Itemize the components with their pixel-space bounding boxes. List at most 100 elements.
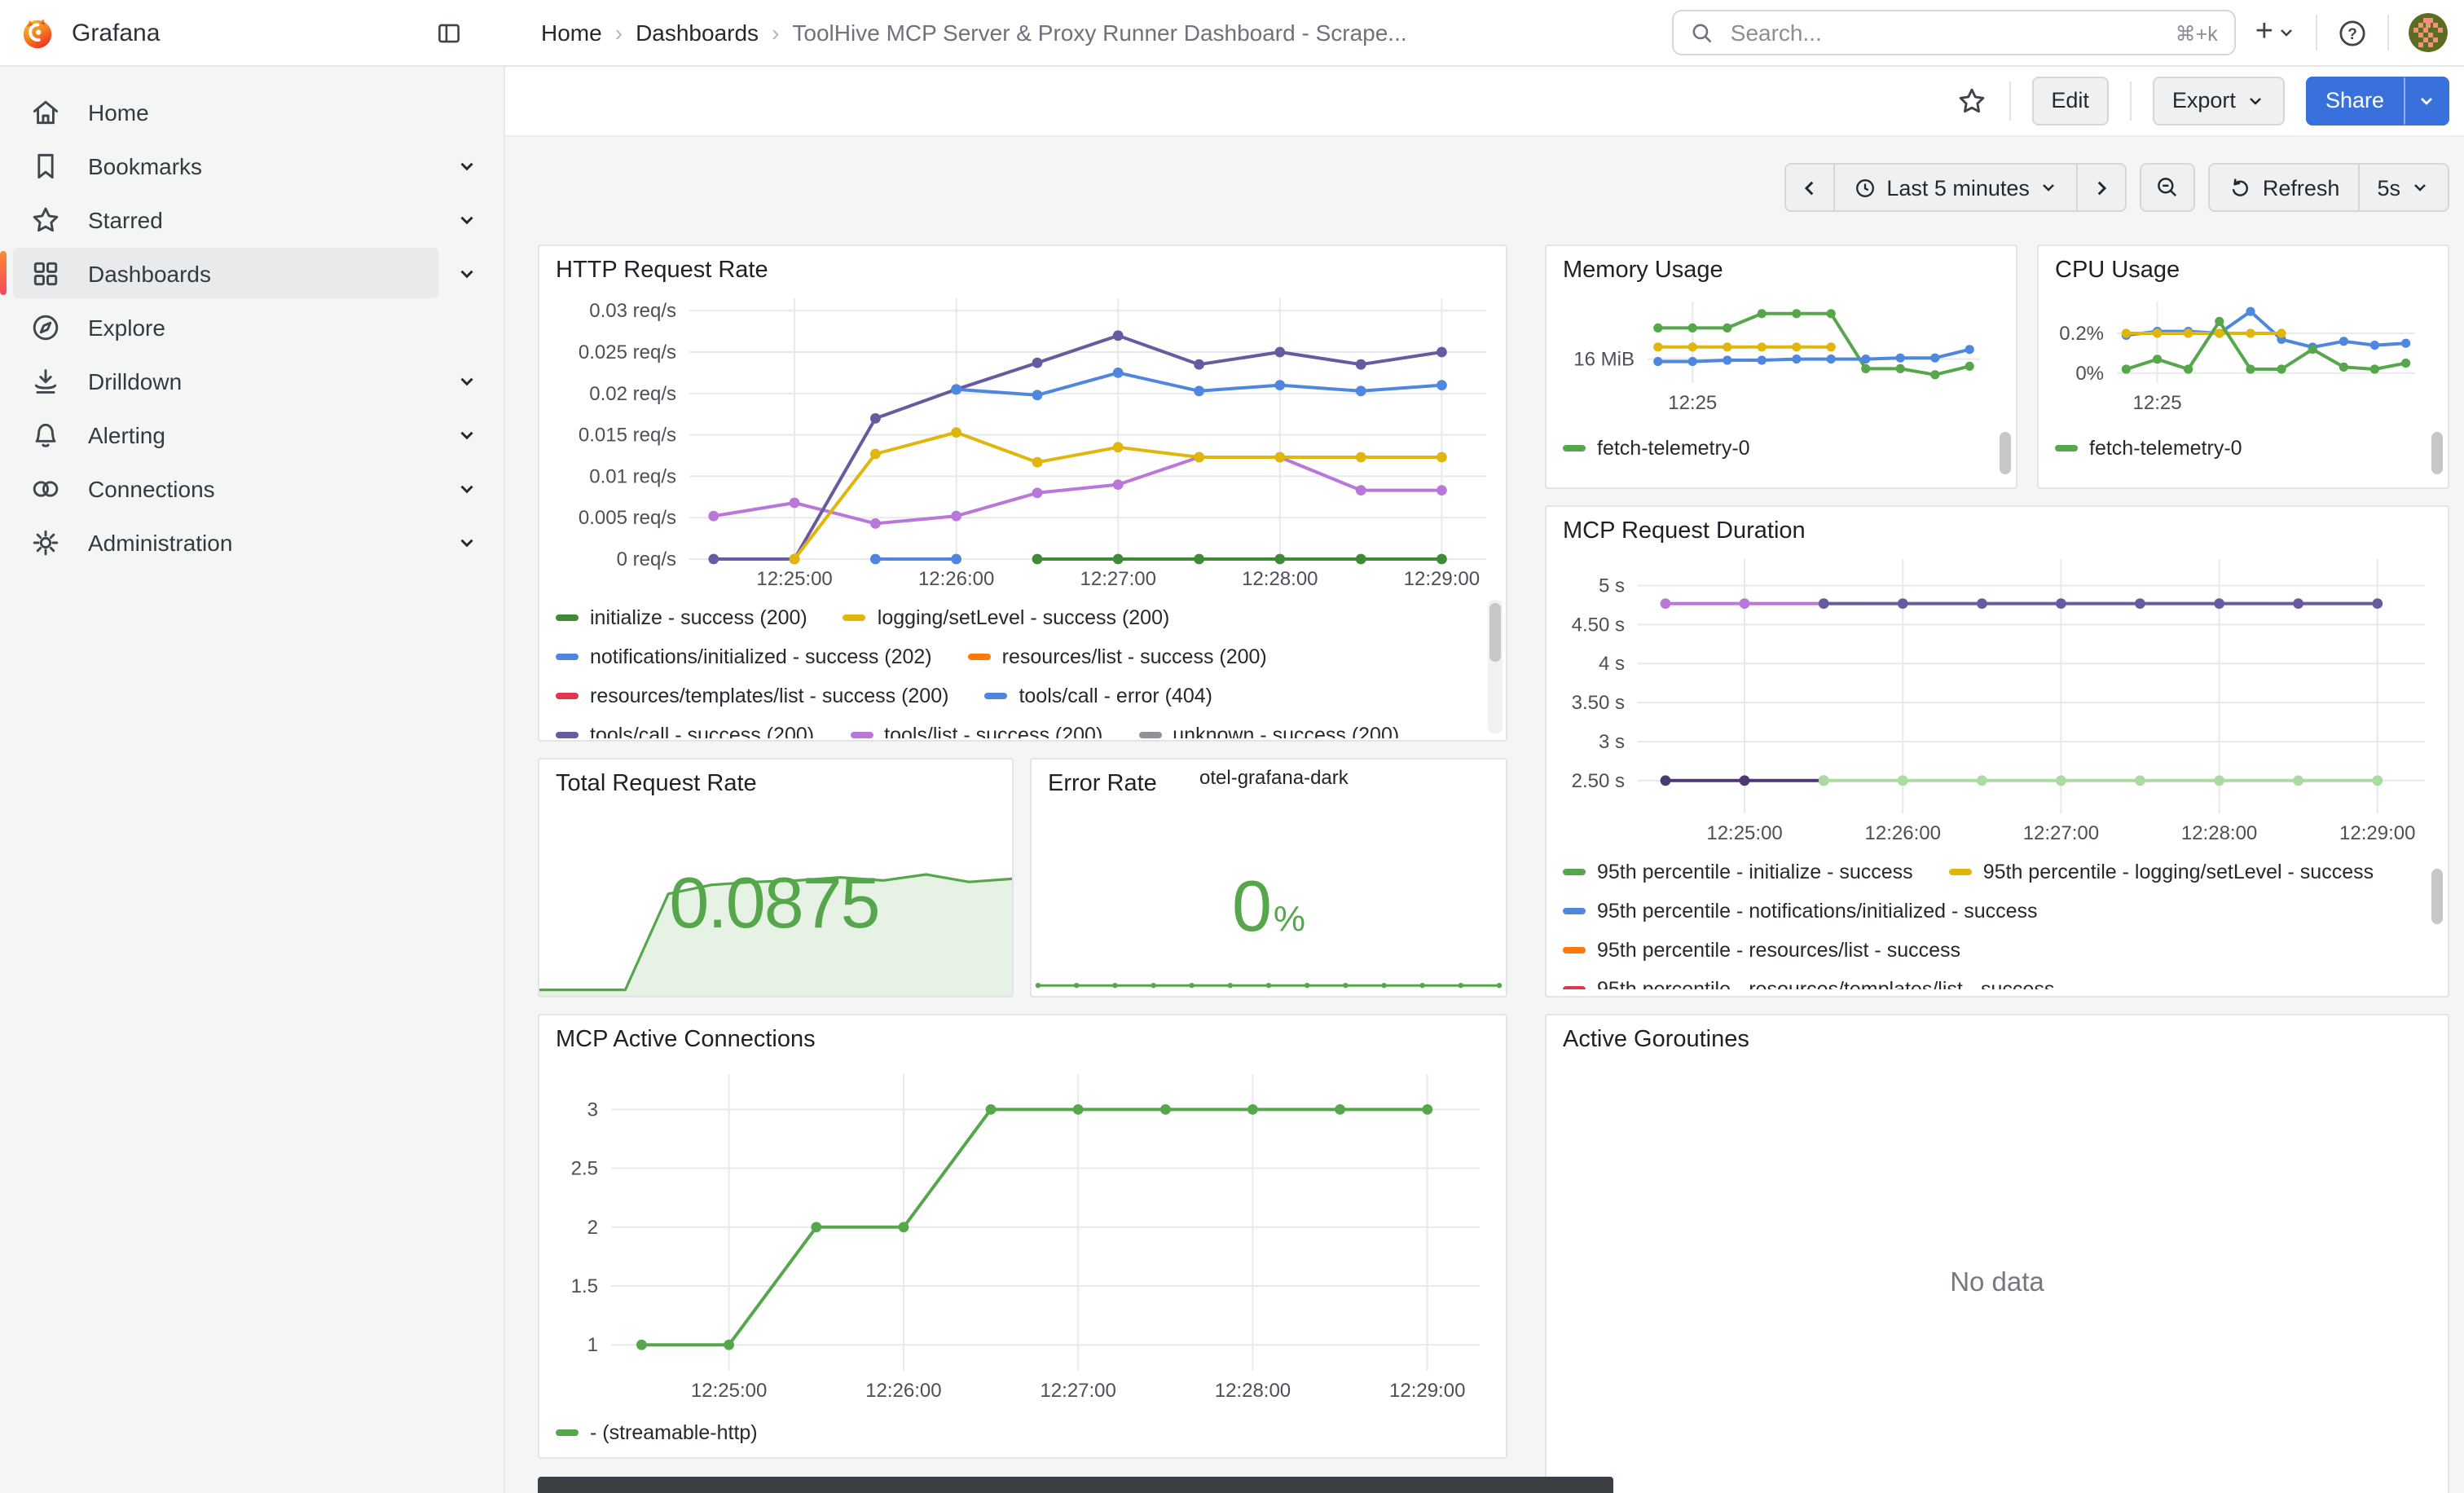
- sidebar-item-administration[interactable]: Administration: [0, 515, 504, 569]
- sidebar-item-home[interactable]: Home: [0, 85, 504, 139]
- legend-scrollbar[interactable]: [2000, 432, 2011, 474]
- legend-item[interactable]: fetch-telemetry-0: [2055, 437, 2242, 460]
- legend-item[interactable]: 95th percentile - resources/list - succe…: [1563, 939, 1960, 962]
- sidebar-item-expand[interactable]: [456, 262, 477, 284]
- panel-title[interactable]: Total Request Rate: [539, 760, 1012, 802]
- legend-marker-icon: [556, 1429, 579, 1437]
- grafana-logo-icon[interactable]: [20, 15, 55, 51]
- panel-memory-usage: Memory Usage 16 MiB12:25 fetch-telemetry…: [1545, 244, 2017, 489]
- sidebar-item-drilldown[interactable]: Drilldown: [0, 354, 504, 407]
- breadcrumb-item[interactable]: Dashboards: [636, 20, 759, 46]
- legend-item[interactable]: tools/list - success (200): [850, 724, 1102, 738]
- total-request-rate-value: 0.0875: [539, 864, 1012, 945]
- legend-item[interactable]: unknown - success (200): [1138, 724, 1399, 738]
- legend-scrollbar[interactable]: [2431, 869, 2443, 924]
- sidebar-item-expand[interactable]: [456, 424, 477, 445]
- sidebar-item-expand[interactable]: [456, 531, 477, 553]
- svg-text:0.2%: 0.2%: [2059, 323, 2104, 345]
- legend-item[interactable]: logging/setLevel - success (200): [843, 606, 1170, 629]
- legend-marker-icon: [556, 654, 579, 661]
- favorite-star-icon[interactable]: [1955, 84, 1987, 117]
- sidebar-item-explore[interactable]: Explore: [0, 300, 504, 354]
- legend-item[interactable]: tools/call - error (404): [984, 685, 1212, 707]
- panel-title[interactable]: MCP Active Connections: [539, 1015, 1506, 1058]
- legend-label: 95th percentile - initialize - success: [1597, 861, 1913, 883]
- legend-item[interactable]: notifications/initialized - success (202…: [556, 645, 932, 668]
- panel-mcp-active-connections: MCP Active Connections 11.522.5312:25:00…: [538, 1014, 1507, 1459]
- breadcrumb-separator-icon: ›: [772, 20, 779, 46]
- avatar[interactable]: [2409, 13, 2448, 52]
- legend-label: 95th percentile - resources/list - succe…: [1597, 939, 1960, 962]
- drilldown-icon: [29, 364, 62, 397]
- zoom-out-button[interactable]: [2141, 163, 2196, 212]
- search-input[interactable]: [1727, 18, 2163, 47]
- chevron-right-icon: [2092, 177, 2113, 198]
- legend-item[interactable]: 95th percentile - initialize - success: [1563, 861, 1913, 883]
- search-box[interactable]: ⌘+k: [1672, 10, 2236, 55]
- svg-text:12:28:00: 12:28:00: [2181, 822, 2257, 844]
- sidebar-item-connections[interactable]: Connections: [0, 461, 504, 515]
- svg-text:0%: 0%: [2075, 363, 2104, 385]
- dashboard-toolbar: Edit Export Share: [505, 65, 2464, 137]
- legend-scrollbar[interactable]: [2431, 432, 2443, 474]
- legend-item[interactable]: tools/call - success (200): [556, 724, 814, 738]
- panel-title[interactable]: Memory Usage: [1547, 246, 2016, 288]
- sidebar-item-expand[interactable]: [456, 155, 477, 176]
- legend-item[interactable]: initialize - success (200): [556, 606, 807, 629]
- legend-item[interactable]: - (streamable-http): [556, 1421, 758, 1444]
- sidebar-toggle-icon[interactable]: [435, 19, 463, 46]
- sidebar-item-starred[interactable]: Starred: [0, 192, 504, 246]
- legend-marker-icon: [556, 614, 579, 622]
- edit-button[interactable]: Edit: [2031, 76, 2109, 125]
- sidebar-item-label: Drilldown: [88, 368, 182, 394]
- panel-title[interactable]: HTTP Request Rate: [539, 246, 1506, 288]
- sidebar-item-label: Administration: [88, 529, 232, 555]
- time-shift-forward-button[interactable]: [2077, 163, 2127, 212]
- export-button[interactable]: Export: [2153, 76, 2285, 125]
- svg-text:0.01 req/s: 0.01 req/s: [589, 465, 676, 487]
- panel-error-rate: Error Rate 0%: [1030, 758, 1507, 998]
- legend-item[interactable]: resources/templates/list - success (200): [556, 685, 948, 707]
- refresh-button[interactable]: Refresh: [2209, 163, 2358, 212]
- legend-item[interactable]: fetch-telemetry-0: [1563, 437, 1750, 460]
- chevron-down-icon: [2039, 178, 2059, 197]
- no-data-message: No data: [1547, 1015, 2448, 1493]
- share-menu-button[interactable]: [2404, 76, 2449, 125]
- svg-text:12:28:00: 12:28:00: [1242, 568, 1318, 590]
- legend-label: fetch-telemetry-0: [2089, 437, 2242, 460]
- breadcrumb: Home›Dashboards›ToolHive MCP Server & Pr…: [541, 20, 1672, 46]
- sidebar-item-expand[interactable]: [456, 478, 477, 499]
- divider: [2387, 15, 2389, 51]
- legend-item[interactable]: 95th percentile - notifications/initiali…: [1563, 900, 2038, 923]
- sidebar-item-expand[interactable]: [456, 370, 477, 391]
- legend-item[interactable]: resources/list - success (200): [968, 645, 1267, 668]
- breadcrumb-item[interactable]: Home: [541, 20, 602, 46]
- divider: [2009, 81, 2010, 120]
- bell-icon: [29, 418, 62, 451]
- help-button[interactable]: ?: [2337, 17, 2368, 48]
- legend-marker-icon: [1563, 947, 1586, 954]
- svg-text:12:25:00: 12:25:00: [1706, 822, 1782, 844]
- chevron-down-icon: [2417, 90, 2436, 110]
- panel-title[interactable]: MCP Request Duration: [1547, 507, 2448, 549]
- svg-text:2.50 s: 2.50 s: [1572, 770, 1625, 792]
- legend-item[interactable]: 95th percentile - logging/setLevel - suc…: [1949, 861, 2374, 883]
- sidebar-item-dashboards[interactable]: Dashboards: [0, 246, 504, 300]
- time-shift-back-button[interactable]: [1784, 163, 1833, 212]
- panel-title[interactable]: CPU Usage: [2039, 246, 2448, 288]
- breadcrumb-item[interactable]: ToolHive MCP Server & Proxy Runner Dashb…: [792, 20, 1406, 46]
- legend-marker-icon: [968, 654, 991, 661]
- svg-text:12:27:00: 12:27:00: [1040, 1380, 1115, 1402]
- time-range-picker[interactable]: Last 5 minutes: [1833, 163, 2077, 212]
- sidebar-item-alerting[interactable]: Alerting: [0, 407, 504, 461]
- legend-item[interactable]: 95th percentile - resources/templates/li…: [1563, 978, 2054, 989]
- legend-marker-icon: [984, 693, 1007, 700]
- add-new-button[interactable]: +: [2255, 19, 2296, 46]
- share-button[interactable]: Share: [2306, 76, 2404, 125]
- panel-active-goroutines: Active Goroutines No data: [1545, 1014, 2449, 1493]
- sidebar-item-bookmarks[interactable]: Bookmarks: [0, 139, 504, 192]
- refresh-interval-picker[interactable]: 5s: [2357, 163, 2449, 212]
- legend-label: 95th percentile - notifications/initiali…: [1597, 900, 2038, 923]
- connections-legend: - (streamable-http): [556, 1413, 1506, 1456]
- sidebar-item-expand[interactable]: [456, 209, 477, 230]
